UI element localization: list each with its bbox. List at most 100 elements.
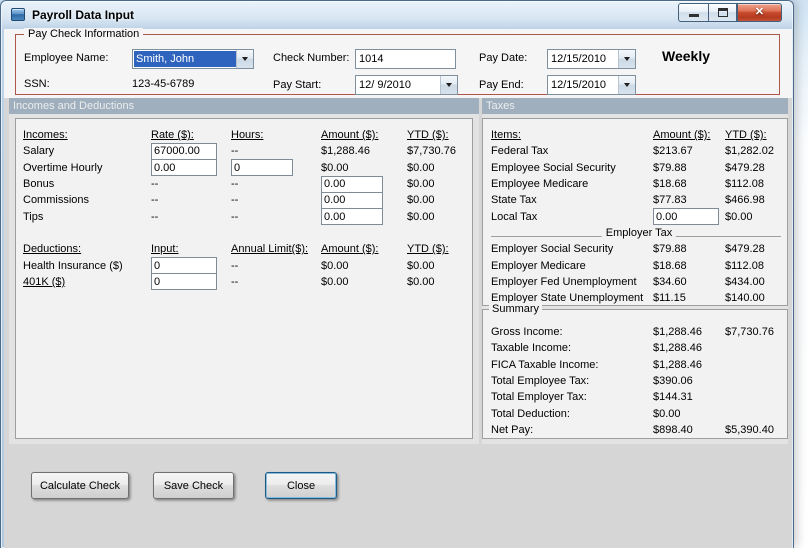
row-label: Bonus xyxy=(23,178,55,191)
value-cell: $144.31 xyxy=(653,391,693,404)
pay-end-picker[interactable]: 12/15/2010 xyxy=(547,75,636,95)
col-header: Input: xyxy=(151,243,179,256)
row-label: Total Employee Tax: xyxy=(491,375,590,388)
value-cell: -- xyxy=(231,210,239,223)
pay-date-label: Pay Date: xyxy=(479,52,528,64)
pay-date-picker[interactable]: 12/15/2010 xyxy=(547,49,636,69)
cell xyxy=(151,257,231,275)
window-controls: ✕ xyxy=(678,3,782,22)
pay-start-label: Pay Start: xyxy=(273,79,322,91)
value-cell: -- xyxy=(151,178,159,191)
save-check-button[interactable]: Save Check xyxy=(153,472,234,499)
value-cell: $0.00 xyxy=(321,275,349,288)
value-cell: $11.15 xyxy=(653,292,686,305)
maximize-button[interactable] xyxy=(708,3,737,22)
col-header: Amount ($): xyxy=(321,129,379,142)
value-cell: $0.00 xyxy=(321,259,349,272)
tips-amount-input[interactable] xyxy=(321,208,383,226)
salary-rate-input[interactable] xyxy=(151,142,217,160)
value-cell: -- xyxy=(231,194,239,207)
pay-start-dropdown-button[interactable] xyxy=(440,76,457,94)
col-header: YTD ($): xyxy=(407,129,449,142)
window-close-button[interactable]: ✕ xyxy=(737,3,782,22)
bonus-amount-input[interactable] xyxy=(321,175,383,193)
value-cell: -- xyxy=(151,194,159,207)
incomes-table: Incomes: Rate ($): Hours: Amount ($): YT… xyxy=(15,118,473,439)
app-icon xyxy=(11,8,25,21)
value-cell: $18.68 xyxy=(653,259,687,272)
row-label: Employee Medicare xyxy=(491,178,589,191)
value-cell: $479.28 xyxy=(725,161,765,174)
close-button[interactable]: Close xyxy=(265,472,337,499)
titlebar[interactable]: Payroll Data Input ✕ xyxy=(1,1,793,29)
401k-input[interactable] xyxy=(151,273,217,291)
row-label: Employee Social Security xyxy=(491,161,616,174)
cell xyxy=(231,159,321,177)
row-label: Total Deduction: xyxy=(491,407,570,420)
pay-date-dropdown-button[interactable] xyxy=(618,50,635,68)
value-cell: $7,730.76 xyxy=(725,326,774,339)
value-cell: -- xyxy=(231,259,239,272)
value-cell: $0.00 xyxy=(725,210,753,223)
row-label: Federal Tax xyxy=(491,145,549,158)
pay-end-dropdown-button[interactable] xyxy=(618,76,635,94)
commissions-amount-input[interactable] xyxy=(321,191,383,209)
cell xyxy=(321,208,407,226)
value-cell: $0.00 xyxy=(407,275,435,288)
value-cell: $0.00 xyxy=(407,194,435,207)
row-label: Local Tax xyxy=(491,210,538,223)
summary-group: Summary Gross Income: $1,288.46 $7,730.7… xyxy=(482,303,788,439)
minimize-button[interactable] xyxy=(678,3,708,22)
col-header: YTD ($): xyxy=(725,129,767,142)
value-cell: $0.00 xyxy=(407,178,435,191)
pay-end-label: Pay End: xyxy=(479,79,524,91)
pay-start-picker[interactable]: 12/ 9/2010 xyxy=(355,75,458,95)
value-cell: $1,288.46 xyxy=(321,145,370,158)
health-insurance-input[interactable] xyxy=(151,257,217,275)
maximize-icon xyxy=(717,8,728,17)
value-cell: $5,390.40 xyxy=(725,423,774,436)
overtime-rate-input[interactable] xyxy=(151,159,217,177)
ssn-label: SSN: xyxy=(24,78,50,90)
value-cell: $0.00 xyxy=(321,161,349,174)
value-cell: $434.00 xyxy=(725,275,765,288)
check-number-input[interactable] xyxy=(355,49,456,69)
local-tax-input[interactable] xyxy=(653,208,719,226)
employee-name-dropdown-button[interactable] xyxy=(236,50,253,68)
col-header: Annual Limit($): xyxy=(231,243,309,256)
chevron-down-icon xyxy=(624,57,630,61)
value-cell: $79.88 xyxy=(653,161,687,174)
value-cell: $1,288.46 xyxy=(653,358,702,371)
row-label: Commissions xyxy=(23,194,90,207)
cell xyxy=(151,142,231,160)
row-label: Salary xyxy=(23,145,55,158)
employer-tax-label: Employer Tax xyxy=(601,226,677,239)
value-cell: -- xyxy=(151,210,159,223)
link-401k[interactable]: 401K ($) xyxy=(23,274,151,290)
value-cell xyxy=(725,373,787,389)
value-cell xyxy=(725,389,787,405)
value-cell: $79.88 xyxy=(653,243,687,256)
row-label: Taxable Income: xyxy=(491,342,572,355)
value-cell: $34.60 xyxy=(653,275,687,288)
col-header: Rate ($): xyxy=(151,129,194,142)
col-header: Amount ($): xyxy=(321,243,379,256)
pay-start-value: 12/ 9/2010 xyxy=(359,79,411,91)
row-label: State Tax xyxy=(491,194,537,207)
value-cell: $213.67 xyxy=(653,145,693,158)
pay-end-value: 12/15/2010 xyxy=(551,79,607,91)
overtime-hours-input[interactable] xyxy=(231,159,293,177)
row-label: FICA Taxable Income: xyxy=(491,358,599,371)
col-header: Deductions: xyxy=(23,243,82,256)
calculate-check-button[interactable]: Calculate Check xyxy=(31,472,129,499)
value-cell xyxy=(725,357,787,373)
value-cell xyxy=(725,340,787,356)
taxes-table: Items: Amount ($): YTD ($): Federal Tax … xyxy=(482,118,788,306)
row-label: Net Pay: xyxy=(491,423,534,436)
summary-legend: Summary xyxy=(489,303,543,315)
value-cell: $0.00 xyxy=(653,407,681,420)
pay-frequency-label: Weekly xyxy=(662,48,710,64)
employee-name-combo[interactable]: Smith, John xyxy=(132,49,254,69)
cell xyxy=(151,159,231,177)
